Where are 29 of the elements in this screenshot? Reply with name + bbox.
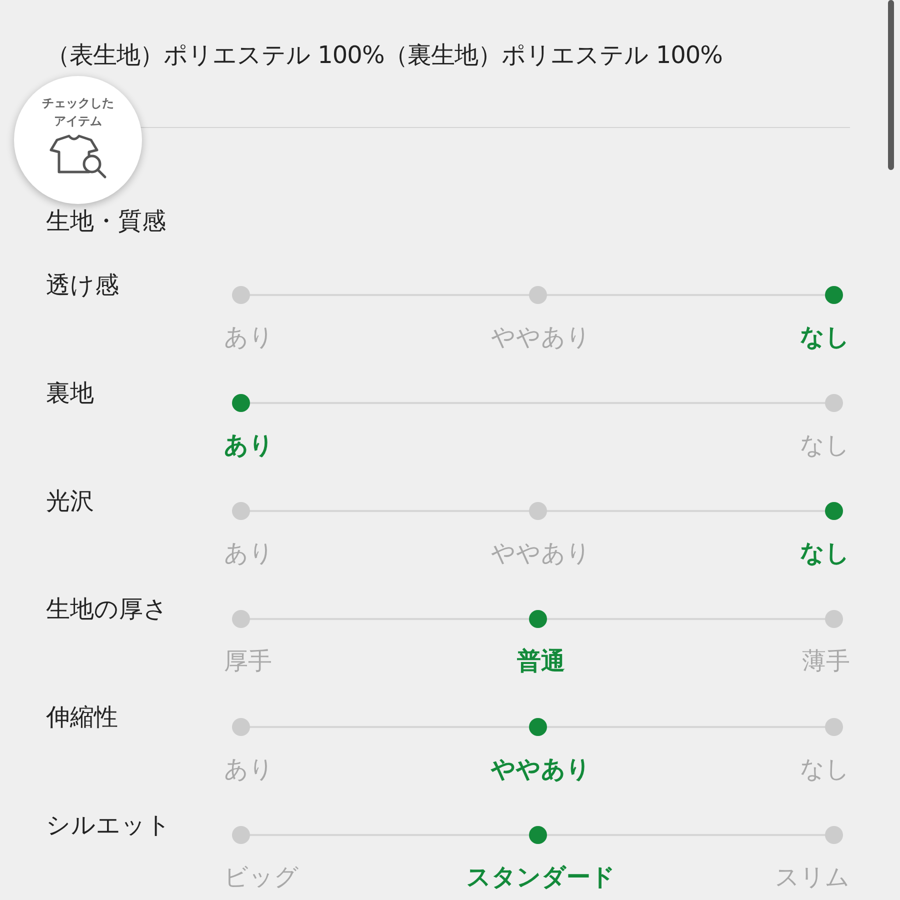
option-label: なし — [800, 430, 850, 461]
option-label: なし — [800, 538, 850, 569]
attribute-label: 透け感 — [46, 270, 120, 301]
attribute-label: 光沢 — [46, 486, 95, 517]
option-label: あり — [224, 430, 274, 461]
button-caption: チェックした — [42, 95, 114, 112]
option-label: ビッグ — [224, 862, 299, 893]
option-label: ややあり — [491, 322, 591, 353]
option-label: ややあり — [491, 754, 591, 785]
button-caption: アイテム — [54, 113, 102, 130]
material-text: （表生地）ポリエステル 100%（裏生地）ポリエステル 100% — [46, 40, 724, 71]
option-label: なし — [800, 754, 850, 785]
attribute-label: 生地の厚さ — [46, 594, 169, 625]
checked-items-button[interactable]: チェックした アイテム — [14, 76, 142, 204]
option-label: 薄手 — [802, 646, 850, 677]
scrollbar[interactable] — [888, 0, 894, 170]
option-label: あり — [224, 754, 274, 785]
attribute-label: シルエット — [46, 810, 172, 841]
attribute-label: 裏地 — [46, 378, 95, 409]
option-label: あり — [224, 322, 274, 353]
section-title: 生地・質感 — [46, 206, 167, 237]
option-label: 普通 — [517, 646, 565, 677]
option-label: 厚手 — [224, 646, 272, 677]
option-label: なし — [800, 322, 850, 353]
attribute-label: 伸縮性 — [46, 702, 119, 733]
option-label: スタンダード — [466, 862, 616, 893]
option-label: あり — [224, 538, 274, 569]
option-label: スリム — [775, 862, 850, 893]
option-label: ややあり — [491, 538, 591, 569]
